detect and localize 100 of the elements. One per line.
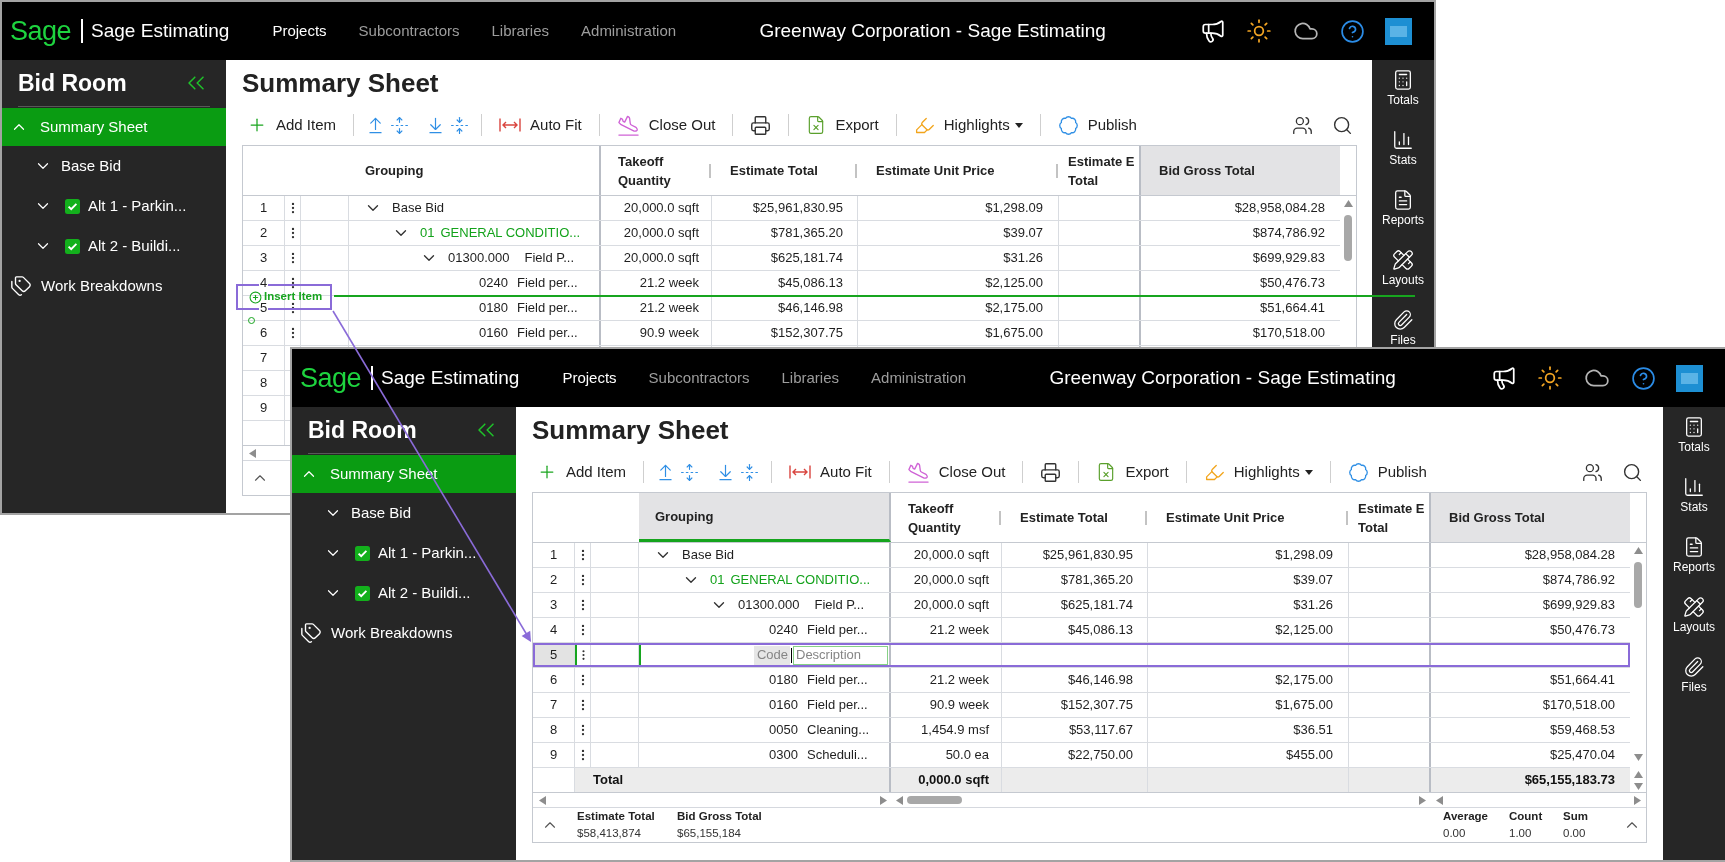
megaphone-icon[interactable] — [1491, 365, 1517, 391]
summary-value: 0.00 — [1443, 827, 1467, 839]
sun-icon[interactable] — [1537, 365, 1563, 391]
fold-vertical-icon[interactable] — [740, 462, 760, 482]
table-cell: $46,146.98 — [1002, 668, 1148, 692]
sidebar-item[interactable]: Alt 1 - Parkin... — [2, 186, 226, 226]
layouts-button[interactable]: Layouts — [1382, 249, 1424, 286]
scroll-left-icon[interactable] — [249, 448, 256, 458]
megaphone-icon[interactable] — [1200, 18, 1226, 44]
column-header[interactable]: Bid Gross Total — [1431, 493, 1630, 542]
highlights-dropdown[interactable]: Highlights — [908, 110, 1028, 140]
item-description: Field per... — [807, 621, 868, 640]
close-out-button[interactable]: Close Out — [901, 457, 1011, 487]
search-icon[interactable] — [1332, 114, 1353, 136]
row-number: 2 — [548, 574, 559, 586]
export-button[interactable]: Export — [801, 110, 884, 140]
sidebar-item[interactable]: Work Breakdowns — [292, 613, 516, 653]
search-icon[interactable] — [1622, 461, 1643, 483]
bar-chart-icon — [1683, 476, 1705, 498]
sidebar-item[interactable]: Summary Sheet — [2, 108, 226, 146]
nav-link[interactable]: Administration — [871, 366, 967, 390]
totals-button[interactable]: Totals — [1387, 69, 1419, 106]
files-button[interactable]: Files — [1390, 309, 1416, 346]
item-description: Base Bid — [682, 546, 735, 565]
sidebar-item[interactable]: Alt 2 - Buildi... — [292, 573, 516, 613]
sidebar-item[interactable]: Base Bid — [292, 493, 516, 533]
nav-link[interactable]: Administration — [581, 19, 677, 43]
code-field[interactable]: Code — [754, 645, 790, 665]
scrollbar-thumb[interactable] — [1344, 215, 1352, 261]
scroll-right-icon[interactable] — [1419, 795, 1426, 805]
stats-button[interactable]: Stats — [1680, 476, 1708, 513]
checkbox[interactable] — [355, 545, 370, 561]
nav-link[interactable]: Projects — [562, 366, 617, 390]
row-number: 4 — [548, 624, 559, 636]
scroll-down-icon[interactable] — [1633, 782, 1643, 790]
scroll-left-icon[interactable] — [1436, 795, 1443, 805]
table-cell: 21.2 week — [891, 618, 1002, 642]
export-button[interactable]: Export — [1091, 457, 1174, 487]
reports-button[interactable]: Reports — [1673, 536, 1715, 573]
help-icon[interactable] — [1631, 365, 1656, 391]
table-cell-text: $50,476.73 — [1548, 621, 1616, 640]
auto-fit-button[interactable]: Auto Fit — [494, 110, 587, 140]
scrollbar-thumb[interactable] — [907, 796, 962, 804]
row-number: 2 — [258, 227, 269, 239]
sun-icon[interactable] — [1246, 18, 1272, 44]
paperclip-icon — [1392, 309, 1414, 331]
publish-button[interactable]: Publish — [1342, 457, 1432, 487]
unfold-vertical-icon[interactable] — [390, 115, 410, 135]
table-cell: 1,454.9 msf — [891, 718, 1002, 742]
item-code: 01300.000 — [738, 596, 800, 615]
avatar-tile-icon[interactable] — [1676, 364, 1703, 392]
unfold-vertical-icon[interactable] — [680, 462, 700, 482]
avatar-tile-icon[interactable] — [1385, 17, 1412, 45]
paperclip-icon — [1683, 656, 1705, 678]
totals-button[interactable]: Totals — [1678, 416, 1710, 453]
scroll-right-icon[interactable] — [880, 795, 887, 805]
sidebar-item[interactable]: Base Bid — [2, 146, 226, 186]
nav-link[interactable]: Libraries — [491, 19, 550, 43]
scroll-left-icon[interactable] — [896, 795, 903, 805]
people-icon[interactable] — [1292, 114, 1313, 136]
scroll-up-icon[interactable] — [1343, 200, 1353, 207]
nav-link[interactable]: Projects — [272, 19, 327, 43]
description-field[interactable]: Description — [793, 645, 888, 665]
publish-button[interactable]: Publish — [1052, 110, 1142, 140]
layouts-button[interactable]: Layouts — [1673, 596, 1715, 633]
checkbox[interactable] — [65, 238, 80, 254]
table-cell: $152,307.75 — [1002, 693, 1148, 717]
scroll-up-icon[interactable] — [1633, 770, 1643, 778]
close-out-button[interactable]: Close Out — [611, 110, 721, 140]
auto-fit-button[interactable]: Auto Fit — [784, 457, 877, 487]
scroll-left-icon[interactable] — [539, 795, 546, 805]
item-description: Field per... — [517, 324, 578, 343]
checkbox[interactable] — [65, 198, 80, 214]
people-icon[interactable] — [1582, 461, 1603, 483]
scroll-right-icon[interactable] — [1634, 795, 1641, 805]
nav-link[interactable]: Subcontractors — [358, 19, 460, 43]
printer-icon[interactable] — [1040, 461, 1062, 483]
sidebar-item[interactable]: Work Breakdowns — [2, 266, 226, 306]
nav-link[interactable]: Subcontractors — [648, 366, 750, 390]
stats-button[interactable]: Stats — [1389, 129, 1417, 166]
scroll-down-icon[interactable] — [1633, 754, 1643, 761]
printer-icon[interactable] — [750, 114, 772, 136]
files-button[interactable]: Files — [1681, 656, 1707, 693]
nav-link[interactable]: Libraries — [781, 366, 840, 390]
reports-button[interactable]: Reports — [1382, 189, 1424, 226]
add-item-button[interactable]: Add Item — [242, 110, 342, 140]
sidebar-item[interactable]: Alt 2 - Buildi... — [2, 226, 226, 266]
help-icon[interactable] — [1340, 18, 1365, 44]
scroll-up-icon[interactable] — [1633, 547, 1643, 554]
row-number: 7 — [258, 352, 269, 364]
highlights-dropdown[interactable]: Highlights — [1198, 457, 1318, 487]
scrollbar-thumb[interactable] — [1634, 562, 1642, 608]
fold-vertical-icon[interactable] — [450, 115, 470, 135]
item-description: Field per... — [807, 696, 868, 715]
column-header[interactable]: Bid Gross Total — [1141, 146, 1340, 195]
add-item-button[interactable]: Add Item — [532, 457, 632, 487]
sidebar-item[interactable]: Alt 1 - Parkin... — [292, 533, 516, 573]
checkbox[interactable] — [355, 585, 370, 601]
table-cell: $1,298.09 — [1148, 543, 1349, 567]
column-header[interactable]: Grouping — [639, 493, 891, 542]
